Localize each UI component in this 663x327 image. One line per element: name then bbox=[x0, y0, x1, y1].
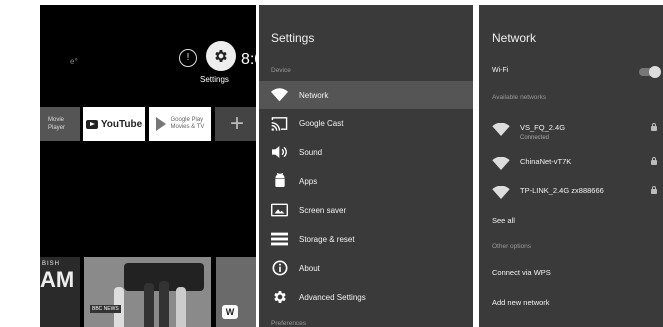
play-store-icon bbox=[155, 117, 166, 131]
lock-icon bbox=[651, 123, 657, 131]
menu-item-apps[interactable]: Apps bbox=[259, 167, 473, 195]
menu-item-storage-reset[interactable]: Storage & reset bbox=[259, 225, 473, 253]
cast-icon bbox=[271, 115, 288, 132]
thumbnail-1-title: AM bbox=[40, 267, 75, 292]
movie-player-tile[interactable]: Movie Player bbox=[40, 107, 80, 141]
menu-item-label: Network bbox=[299, 90, 329, 100]
wifi-toggle-row[interactable]: Wi-Fi bbox=[479, 66, 663, 88]
youtube-label: YouTube bbox=[100, 118, 143, 130]
bbc-news-badge: BBC NEWS bbox=[90, 305, 121, 313]
see-all-link[interactable]: See all bbox=[492, 216, 515, 225]
youtube-play-icon bbox=[85, 119, 98, 129]
menu-item-screen-saver[interactable]: Screen saver bbox=[259, 196, 473, 224]
network-item[interactable]: ChinaNet-vT7K bbox=[479, 151, 663, 177]
wifi-toggle[interactable] bbox=[639, 66, 661, 78]
menu-item-label: Storage & reset bbox=[299, 234, 355, 244]
google-play-movies-tile[interactable]: Google Play Movies & TV bbox=[149, 107, 211, 141]
home-screen: e° ! Settings 8:00 Movie Player YouTube … bbox=[40, 5, 256, 327]
gear-icon bbox=[215, 50, 227, 62]
settings-panel: Settings Device Network Google Cast Soun… bbox=[259, 5, 473, 327]
network-status: Connected bbox=[520, 135, 550, 141]
thumbnail-person bbox=[176, 287, 186, 327]
wifi-icon bbox=[492, 122, 510, 141]
menu-item-label: Apps bbox=[299, 176, 318, 186]
thumbnail-person bbox=[159, 281, 169, 327]
clock: 8:00 bbox=[241, 51, 256, 68]
page-title: Network bbox=[492, 31, 537, 45]
available-networks-label: Available networks bbox=[492, 94, 547, 101]
lock-icon bbox=[651, 186, 657, 194]
menu-item-google-cast[interactable]: Google Cast bbox=[259, 109, 473, 137]
page-title: Settings bbox=[271, 31, 315, 45]
settings-gear-button[interactable] bbox=[206, 41, 236, 71]
wifi-label: Wi-Fi bbox=[492, 67, 509, 74]
speaker-icon bbox=[271, 144, 288, 161]
add-app-tile[interactable]: + bbox=[215, 107, 256, 141]
info-icon[interactable]: ! bbox=[179, 49, 197, 67]
menu-item-label: About bbox=[299, 263, 320, 273]
storage-icon bbox=[271, 231, 288, 248]
thumbnail-3[interactable]: W bbox=[216, 257, 256, 327]
wifi-icon bbox=[492, 185, 510, 204]
menu-item-about[interactable]: About bbox=[259, 254, 473, 282]
movie-player-label: Movie Player bbox=[48, 117, 66, 131]
other-options-label: Other options bbox=[492, 243, 532, 250]
menu-item-label: Sound bbox=[299, 147, 323, 157]
menu-item-label: Advanced Settings bbox=[299, 292, 366, 302]
thumbnail-person bbox=[144, 283, 154, 327]
partial-logo: e° bbox=[70, 57, 78, 66]
menu-item-network[interactable]: Network bbox=[259, 81, 473, 109]
network-name: TP-LINK_2.4G zx888666 bbox=[520, 186, 604, 195]
network-name: VS_FQ_2.4G bbox=[520, 123, 566, 132]
apps-row: Movie Player YouTube Google Play Movies … bbox=[40, 107, 256, 141]
menu-item-sound[interactable]: Sound bbox=[259, 138, 473, 166]
network-name: ChinaNet-vT7K bbox=[520, 157, 572, 166]
menu-item-label: Google Cast bbox=[299, 118, 344, 128]
info-icon bbox=[271, 260, 288, 277]
wifi-icon bbox=[271, 87, 288, 104]
settings-label: Settings bbox=[200, 75, 229, 84]
wifi-icon bbox=[492, 156, 510, 175]
plus-icon: + bbox=[229, 110, 244, 137]
network-panel: Network Wi-Fi Available networks VS_FQ_2… bbox=[479, 5, 663, 327]
add-new-network-item[interactable]: Add new network bbox=[492, 298, 550, 307]
youtube-tile[interactable]: YouTube bbox=[83, 107, 145, 141]
connect-via-wps-item[interactable]: Connect via WPS bbox=[492, 268, 551, 277]
lock-icon bbox=[651, 157, 657, 165]
menu-item-label: Screen saver bbox=[299, 205, 347, 215]
android-icon bbox=[271, 173, 288, 190]
thumbnail-3-badge: W bbox=[222, 305, 238, 319]
menu-item-advanced-settings[interactable]: Advanced Settings bbox=[259, 283, 473, 311]
screen-saver-icon bbox=[271, 202, 288, 219]
gear-icon bbox=[271, 289, 288, 306]
google-play-label: Google Play Movies & TV bbox=[170, 117, 205, 130]
thumbnail-2[interactable]: BBC NEWS bbox=[84, 257, 211, 327]
thumbnail-1[interactable]: BISH AM bbox=[40, 257, 80, 327]
network-item[interactable]: VS_FQ_2.4G Connected bbox=[479, 117, 663, 143]
content-thumbnails: BISH AM BBC NEWS W bbox=[40, 257, 256, 327]
section-device: Device bbox=[271, 67, 291, 74]
section-preferences: Preferences bbox=[271, 320, 307, 327]
network-item[interactable]: TP-LINK_2.4G zx888666 bbox=[479, 180, 663, 206]
